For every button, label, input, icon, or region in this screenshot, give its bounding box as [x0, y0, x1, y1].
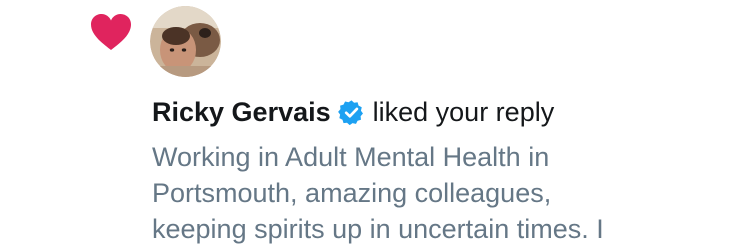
heart-icon [90, 13, 132, 51]
action-text: liked your reply [372, 97, 555, 127]
verified-badge-icon [337, 99, 365, 126]
user-name-link[interactable]: Ricky Gervais [152, 92, 331, 132]
tweet-text-line: Portsmouth, amazing colleagues, [152, 178, 552, 208]
tweet-text-line: keeping spirits up in uncertain times. I [152, 214, 604, 244]
tweet-text[interactable]: Working in Adult Mental Health in Portsm… [152, 139, 712, 247]
notification-headline: Ricky Gervais liked your reply [152, 92, 554, 132]
user-avatar[interactable] [150, 6, 221, 77]
like-notification[interactable]: Ricky Gervais liked your reply Working i… [0, 0, 749, 249]
tweet-text-line: Working in Adult Mental Health in [152, 142, 550, 172]
